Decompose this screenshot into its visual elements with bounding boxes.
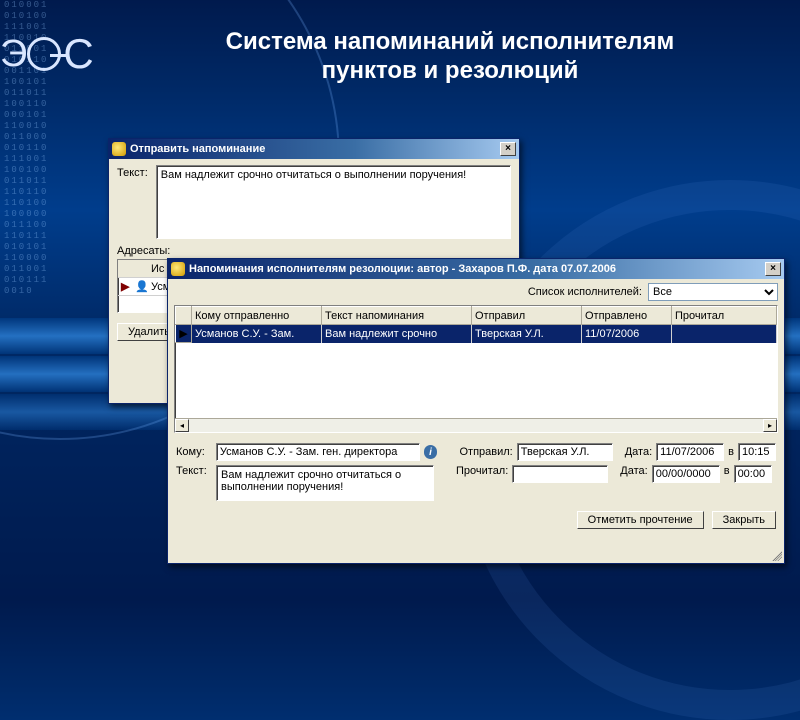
grid-hscrollbar[interactable]: ◂ ▸	[175, 418, 777, 432]
info-icon[interactable]: i	[424, 445, 438, 459]
app-icon	[171, 262, 185, 276]
detail-sent-by-input[interactable]	[517, 443, 613, 461]
detail-text-label: Текст:	[176, 465, 212, 477]
col-to[interactable]: Кому отправленно	[192, 307, 322, 325]
close-button[interactable]: Закрыть	[712, 511, 776, 529]
detail-sent-date-label: Дата:	[625, 446, 652, 458]
cell-sent-at: 11/07/2006	[582, 325, 672, 343]
detail-sent-date-input[interactable]	[656, 443, 724, 461]
cell-to: Усманов С.У. - Зам.	[192, 325, 322, 343]
cell-read-at	[672, 325, 777, 343]
scroll-left-icon[interactable]: ◂	[175, 419, 189, 432]
detail-read-time-label: в	[724, 465, 730, 477]
detail-read-date-input[interactable]	[652, 465, 720, 483]
detail-sent-by-label: Отправил:	[459, 446, 512, 458]
addresses-label: Адресаты:	[117, 245, 507, 257]
cell-text: Вам надлежит срочно	[322, 325, 472, 343]
col-text[interactable]: Текст напоминания	[322, 307, 472, 325]
col-read-at[interactable]: Прочитал	[672, 307, 777, 325]
table-row[interactable]: ▶ Усманов С.У. - Зам. Вам надлежит срочн…	[176, 325, 777, 343]
reminder-text-input[interactable]: Вам надлежит срочно отчитаться о выполне…	[156, 165, 511, 239]
detail-sent-time-input[interactable]	[738, 443, 776, 461]
detail-read-by-input[interactable]	[512, 465, 608, 483]
scroll-right-icon[interactable]: ▸	[763, 419, 777, 432]
detail-to-label: Кому:	[176, 446, 212, 458]
col-sent-by[interactable]: Отправил	[472, 307, 582, 325]
cell-sent-by: Тверская У.Л.	[472, 325, 582, 343]
text-label: Текст:	[117, 167, 148, 237]
resize-grip-icon[interactable]	[770, 549, 782, 561]
detail-text-input[interactable]: Вам надлежит срочно отчитаться о выполне…	[216, 465, 434, 501]
bg-binary-strip: 0100010101001110011100100110010101100011…	[4, 0, 52, 600]
detail-to-input[interactable]	[216, 443, 420, 461]
logo: ЭС	[0, 30, 92, 78]
slide-title: Система напоминаний исполнителям пунктов…	[190, 28, 710, 86]
reminders-list-title: Напоминания исполнителям резолюции: авто…	[189, 263, 765, 275]
send-reminder-title: Отправить напоминание	[130, 143, 500, 155]
mark-read-button[interactable]: Отметить прочтение	[577, 511, 704, 529]
detail-read-by-label: Прочитал:	[456, 465, 508, 477]
col-sent-at[interactable]: Отправлено	[582, 307, 672, 325]
close-icon[interactable]: ×	[765, 262, 781, 276]
reminders-list-dialog: Напоминания исполнителям резолюции: авто…	[167, 258, 785, 564]
executors-filter-label: Список исполнителей:	[528, 286, 642, 298]
close-icon[interactable]: ×	[500, 142, 516, 156]
detail-read-time-input[interactable]	[734, 465, 772, 483]
executors-filter-select[interactable]: Все	[648, 283, 778, 301]
person-icon: 👤	[135, 280, 151, 293]
reminders-grid[interactable]: Кому отправленно Текст напоминания Отпра…	[174, 305, 778, 433]
addressees-col-header: Ис	[151, 263, 164, 275]
reminders-list-titlebar[interactable]: Напоминания исполнителям резолюции: авто…	[168, 259, 784, 279]
row-marker-icon: ▶	[176, 325, 192, 343]
row-marker-icon: ▶	[121, 280, 135, 293]
send-reminder-titlebar[interactable]: Отправить напоминание ×	[109, 139, 519, 159]
detail-read-date-label: Дата:	[620, 465, 647, 477]
app-icon	[112, 142, 126, 156]
detail-sent-time-label: в	[728, 446, 734, 458]
